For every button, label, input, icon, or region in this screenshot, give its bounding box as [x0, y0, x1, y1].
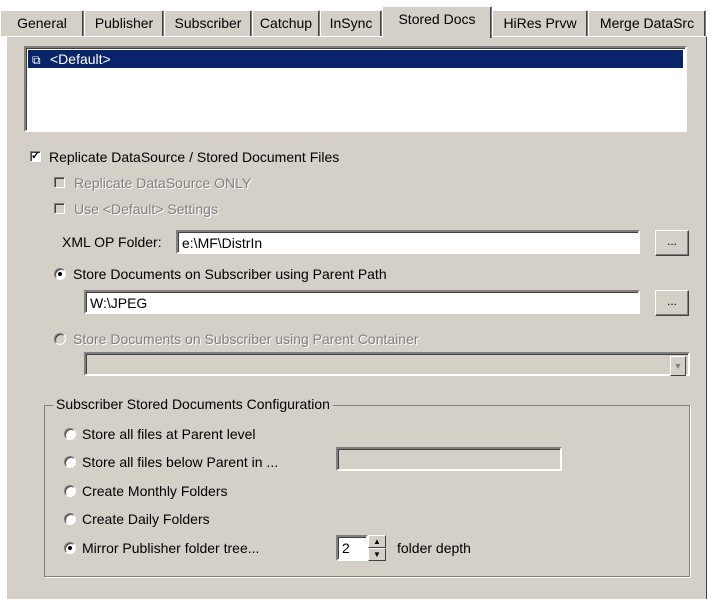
replicate-label: Replicate DataSource / Stored Document F…: [49, 149, 340, 165]
xml-op-folder-field[interactable]: e:\MF\DistrIn: [176, 230, 640, 254]
below-parent-label: Store all files below Parent in ...: [82, 454, 279, 470]
tab-insync[interactable]: InSync: [320, 10, 382, 36]
replicate-only-label: Replicate DataSource ONLY: [74, 175, 252, 191]
xml-op-folder-label: XML OP Folder:: [62, 234, 162, 250]
daily-folders-label: Create Daily Folders: [82, 511, 210, 527]
xml-op-browse-button[interactable]: ...: [655, 230, 689, 256]
monthly-folders-label: Create Monthly Folders: [82, 483, 228, 499]
store-parent-path-radio[interactable]: [54, 268, 66, 280]
replicate-checkbox[interactable]: ✓: [30, 151, 41, 162]
use-default-checkbox[interactable]: [54, 203, 65, 214]
folder-depth-field[interactable]: 2: [336, 535, 368, 561]
datasource-list[interactable]: ⧉ <Default>: [24, 46, 687, 132]
use-default-label: Use <Default> Settings: [74, 201, 218, 217]
copy-documents-icon: ⧉: [32, 53, 41, 67]
folder-depth-label: folder depth: [397, 540, 471, 556]
list-item[interactable]: ⧉ <Default>: [28, 50, 683, 68]
store-parent-container-label: Store Documents on Subscriber using Pare…: [73, 331, 419, 347]
chevron-down-icon[interactable]: ▼: [670, 356, 686, 376]
group-title: Subscriber Stored Documents Configuratio…: [53, 396, 333, 412]
folder-depth-stepper[interactable]: ▲ ▼: [368, 535, 386, 561]
tab-merge-datasrc[interactable]: Merge DataSrc: [588, 10, 706, 36]
tab-general[interactable]: General: [0, 10, 84, 36]
parent-level-radio[interactable]: [64, 428, 76, 440]
tab-subscriber[interactable]: Subscriber: [164, 10, 252, 36]
list-item-label: <Default>: [50, 51, 111, 67]
tab-hires-prvw[interactable]: HiRes Prvw: [492, 10, 588, 36]
daily-folders-radio[interactable]: [64, 513, 76, 525]
radio-dot: [58, 272, 62, 276]
tab-catchup[interactable]: Catchup: [252, 10, 320, 36]
tab-publisher[interactable]: Publisher: [84, 10, 164, 36]
parent-container-dropdown[interactable]: ▼: [84, 352, 690, 376]
monthly-folders-radio[interactable]: [64, 485, 76, 497]
radio-dot: [68, 546, 72, 550]
store-parent-path-label: Store Documents on Subscriber using Pare…: [73, 266, 387, 282]
below-parent-field[interactable]: [336, 447, 562, 471]
tab-strip: General Publisher Subscriber Catchup InS…: [0, 0, 711, 40]
parent-path-field[interactable]: W:\JPEG: [84, 290, 640, 314]
mirror-tree-radio[interactable]: [64, 542, 76, 554]
below-parent-radio[interactable]: [64, 456, 76, 468]
replicate-only-checkbox[interactable]: [54, 177, 65, 188]
chevron-up-icon[interactable]: ▲: [368, 535, 386, 548]
chevron-down-icon[interactable]: ▼: [368, 548, 386, 561]
mirror-tree-label: Mirror Publisher folder tree...: [82, 540, 260, 556]
store-parent-container-radio[interactable]: [54, 333, 66, 345]
parent-level-label: Store all files at Parent level: [82, 426, 256, 442]
parent-path-browse-button[interactable]: ...: [655, 290, 689, 316]
tab-stored-docs[interactable]: Stored Docs: [382, 6, 492, 38]
